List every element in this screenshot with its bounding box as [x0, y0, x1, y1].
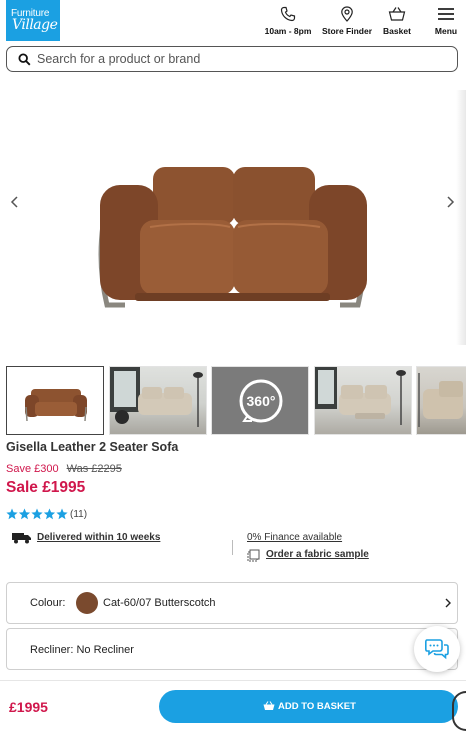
product-image-gallery	[0, 80, 466, 360]
next-image-chevron-icon[interactable]	[443, 195, 457, 209]
search-icon	[18, 53, 31, 66]
save-amount: Save £300	[6, 463, 59, 475]
recliner-label: Recliner: No Recliner	[30, 644, 134, 656]
location-pin-icon	[341, 6, 353, 22]
colour-selector[interactable]: Colour: Cat-60/07 Butterscotch	[6, 582, 458, 624]
store-finder-label: Store Finder	[321, 26, 373, 36]
bottom-price: £1995	[9, 699, 48, 715]
colour-swatch	[76, 592, 98, 614]
basket-link[interactable]: Basket	[380, 6, 414, 38]
opening-hours-link[interactable]: 10am - 8pm	[262, 6, 314, 38]
opening-hours-label: 10am - 8pm	[264, 26, 312, 36]
next-image-peek	[456, 90, 466, 345]
phone-icon	[280, 6, 296, 22]
menu-label: Menu	[434, 26, 458, 36]
product-main-image[interactable]	[95, 165, 370, 310]
rotate-360-icon: 360°	[239, 379, 283, 423]
review-count: (11)	[70, 509, 88, 520]
thumbnail-reclined-view[interactable]	[314, 366, 412, 435]
menu-button[interactable]: Menu	[432, 6, 460, 38]
side-scene-image	[418, 373, 463, 427]
site-header: Furniture Village 10am - 8pm Store Finde…	[0, 0, 466, 42]
thumbnail-strip: 360°	[6, 366, 466, 436]
chat-bubbles-icon	[425, 639, 449, 660]
fabric-swatch-icon	[247, 549, 260, 562]
store-finder-link[interactable]: Store Finder	[320, 6, 374, 38]
delivery-info-link[interactable]: Delivered within 10 weeks	[12, 531, 222, 547]
scroll-edge-indicator	[452, 691, 466, 731]
recliner-selector[interactable]: Recliner: No Recliner	[6, 628, 458, 670]
delivery-label: Delivered within 10 weeks	[37, 532, 161, 543]
sale-price: Sale £1995	[6, 479, 86, 496]
thumbnail-front-view[interactable]	[6, 366, 104, 435]
basket-icon	[263, 701, 275, 710]
360-badge-label: 360°	[247, 393, 276, 409]
basket-icon	[388, 7, 406, 21]
sofa-thumbnail-image	[25, 389, 87, 422]
info-divider	[232, 540, 233, 555]
delivery-truck-icon	[12, 533, 31, 544]
finance-link[interactable]: 0% Finance available	[247, 532, 342, 543]
colour-label: Colour:	[30, 597, 66, 609]
furniture-village-logo[interactable]: Furniture Village	[6, 0, 60, 41]
fabric-sample-label: Order a fabric sample	[266, 549, 369, 560]
chevron-right-icon	[445, 598, 451, 608]
product-title: Gisella Leather 2 Seater Sofa	[6, 440, 179, 454]
thumbnail-room-view[interactable]	[109, 366, 207, 435]
search-bar[interactable]	[6, 46, 458, 72]
sticky-purchase-bar: £1995 ADD TO BASKET	[0, 680, 466, 742]
price-savings: Save £300 Was £2295	[6, 463, 122, 475]
room-scene-image	[110, 367, 203, 427]
thumbnail-side-view[interactable]	[416, 366, 466, 435]
hamburger-menu-icon	[438, 8, 454, 20]
thumbnail-360-view[interactable]: 360°	[211, 366, 309, 435]
search-input[interactable]	[37, 50, 447, 68]
add-to-basket-button[interactable]: ADD TO BASKET	[159, 690, 458, 723]
five-star-rating-icon	[6, 508, 68, 520]
chat-button[interactable]	[414, 626, 460, 672]
reclined-scene-image	[315, 367, 406, 425]
add-to-basket-label: ADD TO BASKET	[278, 701, 356, 712]
logo-line-2: Village	[12, 17, 58, 33]
colour-value: Cat-60/07 Butterscotch	[103, 597, 216, 609]
was-price: Was £2295	[66, 463, 122, 475]
previous-image-chevron-icon[interactable]	[8, 195, 22, 209]
basket-label: Basket	[383, 26, 411, 36]
